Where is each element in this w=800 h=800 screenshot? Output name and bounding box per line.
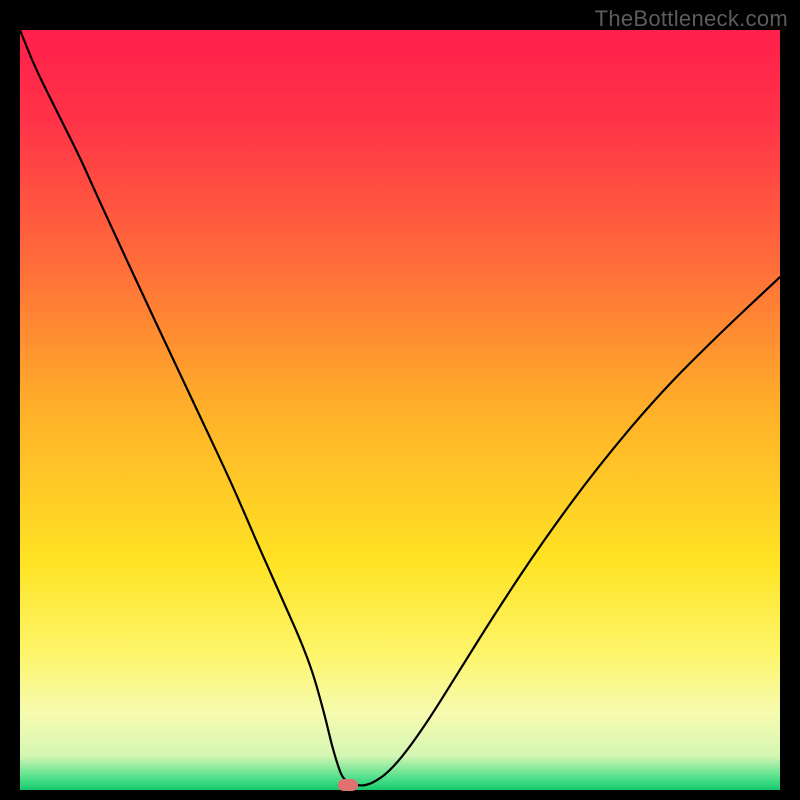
watermark-text: TheBottleneck.com xyxy=(595,6,788,32)
gradient-background xyxy=(20,30,780,790)
chart-frame: TheBottleneck.com xyxy=(0,0,800,800)
bottleneck-chart xyxy=(20,30,780,790)
optimal-point-marker xyxy=(338,779,358,791)
plot-area xyxy=(20,30,780,790)
